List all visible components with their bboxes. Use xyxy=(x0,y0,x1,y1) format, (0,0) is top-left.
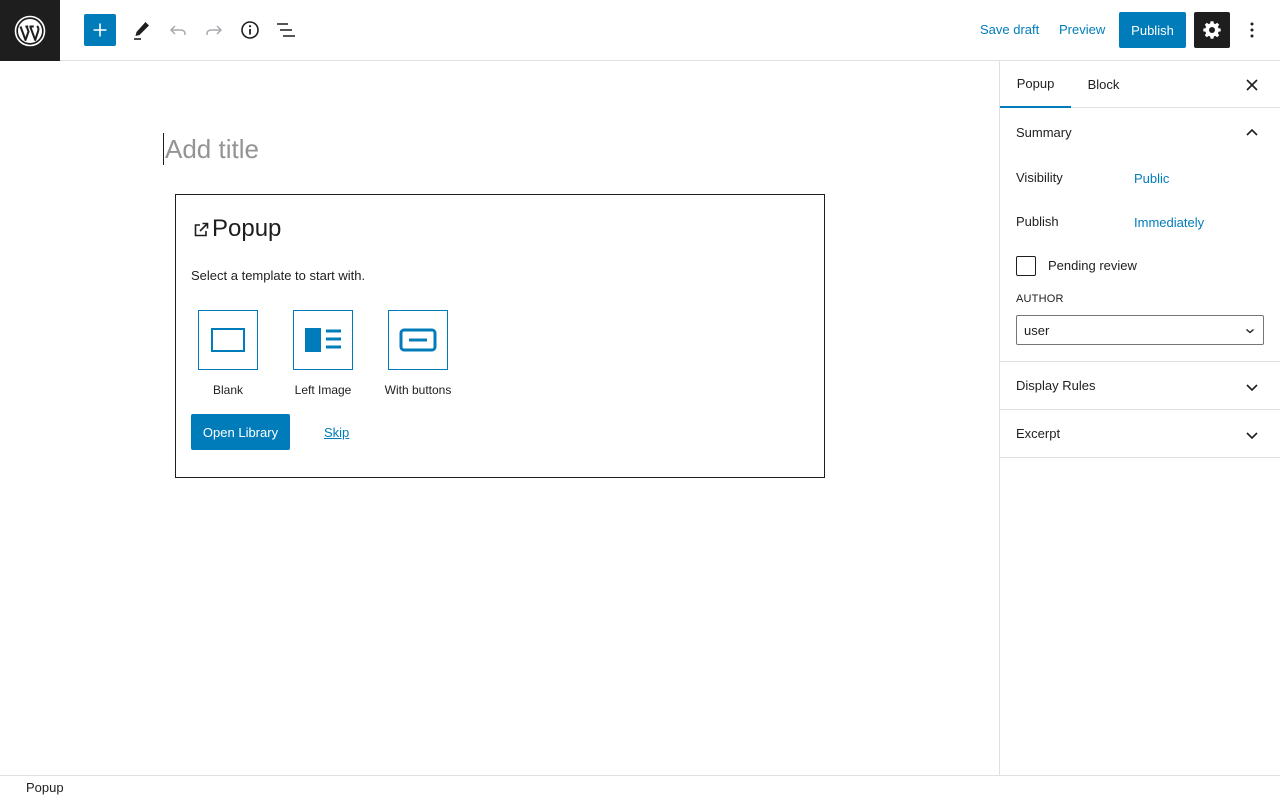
summary-panel-toggle[interactable]: Summary xyxy=(1000,108,1280,156)
author-select-value: user xyxy=(1024,322,1050,338)
block-heading: Popup xyxy=(192,215,281,243)
block-title: Popup xyxy=(212,215,282,242)
more-vertical-icon xyxy=(1250,22,1254,38)
pencil-icon xyxy=(134,22,149,40)
block-instructions: Select a template to start with. xyxy=(191,268,366,283)
info-icon xyxy=(241,21,259,39)
display-rules-panel-toggle[interactable]: Display Rules xyxy=(1000,362,1280,410)
publish-date-toggle[interactable]: Immediately xyxy=(1134,215,1204,230)
undo-button[interactable] xyxy=(162,14,194,46)
editor-header: Save draft Preview Publish xyxy=(0,0,1280,61)
template-with-buttons-button[interactable] xyxy=(388,310,448,370)
blank-template-icon xyxy=(211,328,245,352)
tools-button[interactable] xyxy=(126,14,158,46)
close-sidebar-button[interactable] xyxy=(1240,73,1264,97)
publish-button[interactable]: Publish xyxy=(1119,12,1186,48)
redo-icon xyxy=(206,25,223,35)
undo-icon xyxy=(169,25,186,35)
external-link-icon xyxy=(194,222,209,237)
list-view-icon xyxy=(277,23,295,37)
block-breadcrumb-bar: Popup xyxy=(0,775,1280,800)
gear-icon xyxy=(1203,21,1221,39)
summary-panel-title: Summary xyxy=(1016,124,1072,140)
popup-block-placeholder[interactable]: Popup Select a template to start with. B… xyxy=(175,194,825,478)
template-with-buttons[interactable]: With buttons xyxy=(373,310,463,397)
plus-icon xyxy=(93,23,107,37)
wordpress-icon xyxy=(14,15,46,46)
excerpt-panel-toggle[interactable]: Excerpt xyxy=(1000,410,1280,458)
post-title-input[interactable]: Add title xyxy=(163,133,259,165)
redo-button[interactable] xyxy=(198,14,230,46)
chevron-down-icon xyxy=(1246,432,1258,440)
breadcrumb-item[interactable]: Popup xyxy=(26,780,64,795)
publish-date-label: Publish xyxy=(1016,214,1059,229)
chevron-down-icon xyxy=(1246,328,1254,334)
close-icon xyxy=(1246,79,1258,91)
options-button[interactable] xyxy=(1238,14,1266,46)
list-view-button[interactable] xyxy=(270,14,302,46)
settings-sidebar: Popup Block Summary Visibility Public Pu… xyxy=(999,61,1280,775)
pending-review-checkbox[interactable] xyxy=(1016,256,1036,276)
left-image-template-icon xyxy=(305,328,341,352)
template-left-image[interactable]: Left Image xyxy=(278,310,368,397)
tab-popup[interactable]: Popup xyxy=(1000,61,1071,108)
template-blank-button[interactable] xyxy=(198,310,258,370)
template-label: Left Image xyxy=(294,383,352,397)
author-select[interactable]: user xyxy=(1016,315,1264,345)
button-template-icon xyxy=(399,328,437,352)
preview-button[interactable]: Preview xyxy=(1059,22,1105,37)
save-draft-button[interactable]: Save draft xyxy=(980,22,1039,37)
visibility-label: Visibility xyxy=(1016,170,1063,185)
template-left-image-button[interactable] xyxy=(293,310,353,370)
settings-button[interactable] xyxy=(1194,12,1230,48)
chevron-up-icon xyxy=(1246,128,1258,136)
wordpress-logo-icon[interactable] xyxy=(0,0,60,61)
open-library-button[interactable]: Open Library xyxy=(191,414,290,450)
visibility-toggle[interactable]: Public xyxy=(1134,171,1169,186)
excerpt-panel-title: Excerpt xyxy=(1016,426,1061,441)
author-label: AUTHOR xyxy=(1016,293,1064,305)
details-button[interactable] xyxy=(234,14,266,46)
sidebar-tabs: Popup Block xyxy=(1000,61,1280,108)
pending-review-label[interactable]: Pending review xyxy=(1048,258,1137,273)
add-block-button[interactable] xyxy=(84,14,116,46)
summary-panel: Summary Visibility Public Publish Immedi… xyxy=(1000,108,1280,362)
skip-link[interactable]: Skip xyxy=(324,425,349,440)
chevron-down-icon xyxy=(1246,384,1258,392)
template-blank[interactable]: Blank xyxy=(183,310,273,397)
display-rules-panel-title: Display Rules xyxy=(1016,378,1096,393)
template-label: With buttons xyxy=(384,383,452,397)
template-label: Blank xyxy=(212,383,244,397)
tab-block[interactable]: Block xyxy=(1072,61,1135,108)
